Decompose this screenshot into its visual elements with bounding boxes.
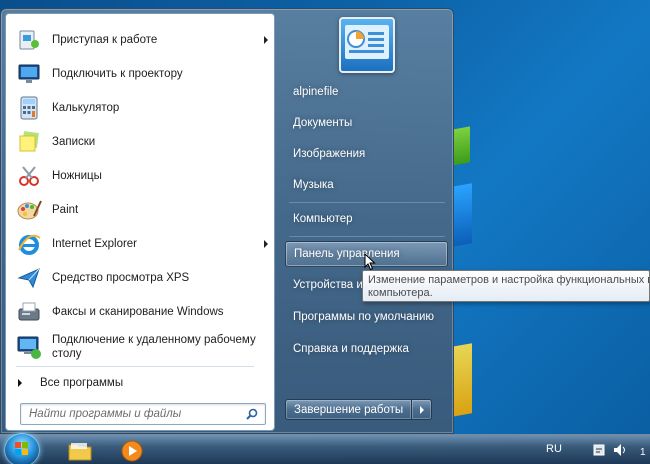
program-label-line: Подключение к удаленному рабочему [52, 334, 256, 346]
program-item-fax-scan[interactable]: Факсы и сканирование Windows [10, 296, 272, 328]
submenu-arrow-icon[interactable] [264, 240, 268, 248]
program-item-paint[interactable]: Paint [10, 194, 272, 226]
right-item-default-programs[interactable]: Программы по умолчанию [285, 304, 448, 330]
tooltip: Изменение параметров и настройка функцио… [362, 270, 650, 302]
getting-started-icon [14, 25, 44, 55]
volume-icon[interactable] [612, 443, 628, 460]
right-item-help-support[interactable]: Справка и поддержка [285, 336, 448, 362]
taskbar-explorer-button[interactable] [56, 437, 104, 464]
right-item-documents[interactable]: Документы [285, 110, 448, 136]
search-icon[interactable] [243, 405, 261, 423]
program-item-getting-started[interactable]: Приступая к работе [10, 24, 272, 56]
program-label: Подключение к удаленному рабочему столу [52, 333, 256, 361]
program-item-calculator[interactable]: Калькулятор [10, 92, 272, 124]
right-item-user-folder[interactable]: alpinefile [285, 79, 448, 105]
remote-desktop-icon [14, 332, 44, 362]
clock[interactable]: 1 [640, 447, 646, 458]
start-menu: Приступая к работе Подключить к проектор… [0, 8, 454, 434]
internet-explorer-icon [14, 229, 44, 259]
search-box[interactable] [20, 403, 266, 425]
shutdown-button[interactable]: Завершение работы [285, 399, 413, 420]
program-label: Калькулятор [52, 102, 120, 114]
program-item-internet-explorer[interactable]: Internet Explorer [10, 228, 272, 260]
program-item-sticky-notes[interactable]: Записки [10, 126, 272, 158]
media-player-icon [121, 440, 143, 462]
fax-scan-icon [14, 297, 44, 327]
tooltip-line: Изменение параметров и настройка функцио… [368, 274, 650, 286]
program-label: Ножницы [52, 170, 102, 182]
right-item-pictures[interactable]: Изображения [285, 141, 448, 167]
separator [289, 202, 445, 203]
all-programs-button[interactable]: Все программы [18, 372, 258, 394]
taskbar: RU 1 [0, 433, 650, 464]
program-item-xps-viewer[interactable]: Средство просмотра XPS [10, 262, 272, 294]
program-label: Факсы и сканирование Windows [52, 306, 224, 318]
tooltip-line: компьютера. [368, 287, 433, 299]
program-label: Подключить к проектору [52, 68, 183, 80]
program-label-line: столу [52, 348, 82, 360]
windows-logo-fragment [452, 343, 472, 417]
shutdown-group: Завершение работы [285, 399, 433, 420]
program-item-snipping-tool[interactable]: Ножницы [10, 160, 272, 192]
windows-logo-fragment [452, 183, 472, 247]
mouse-cursor-icon [364, 253, 376, 271]
folder-icon [68, 443, 92, 461]
sticky-notes-icon [14, 127, 44, 157]
action-center-icon[interactable] [592, 443, 606, 460]
xps-viewer-icon [14, 263, 44, 293]
windows-logo-fragment [452, 126, 470, 166]
snipping-tool-icon [14, 161, 44, 191]
right-item-computer[interactable]: Компьютер [285, 206, 448, 232]
program-item-remote-desktop[interactable]: Подключение к удаленному рабочему столу [10, 330, 272, 364]
arrow-right-icon [18, 379, 22, 387]
search-input[interactable] [29, 405, 243, 423]
separator [16, 366, 254, 367]
right-item-music[interactable]: Музыка [285, 172, 448, 198]
arrow-right-icon [419, 405, 424, 414]
all-programs-label: Все программы [40, 377, 124, 389]
program-label: Internet Explorer [52, 238, 138, 250]
program-item-projector[interactable]: Подключить к проектору [10, 58, 272, 90]
program-label: Средство просмотра XPS [52, 272, 190, 284]
programs-pane: Приступая к работе Подключить к проектор… [5, 13, 275, 431]
paint-icon [14, 195, 44, 225]
language-indicator[interactable]: RU [546, 443, 562, 455]
start-button[interactable] [4, 433, 40, 464]
program-label: Приступая к работе [52, 34, 158, 46]
projector-icon [14, 59, 44, 89]
user-picture[interactable] [339, 17, 395, 73]
calculator-icon [14, 93, 44, 123]
program-label: Paint [52, 204, 79, 216]
submenu-arrow-icon[interactable] [264, 36, 268, 44]
separator [289, 236, 445, 237]
program-label: Записки [52, 136, 96, 148]
shutdown-options-button[interactable] [412, 399, 433, 420]
taskbar-media-player-button[interactable] [108, 437, 156, 464]
